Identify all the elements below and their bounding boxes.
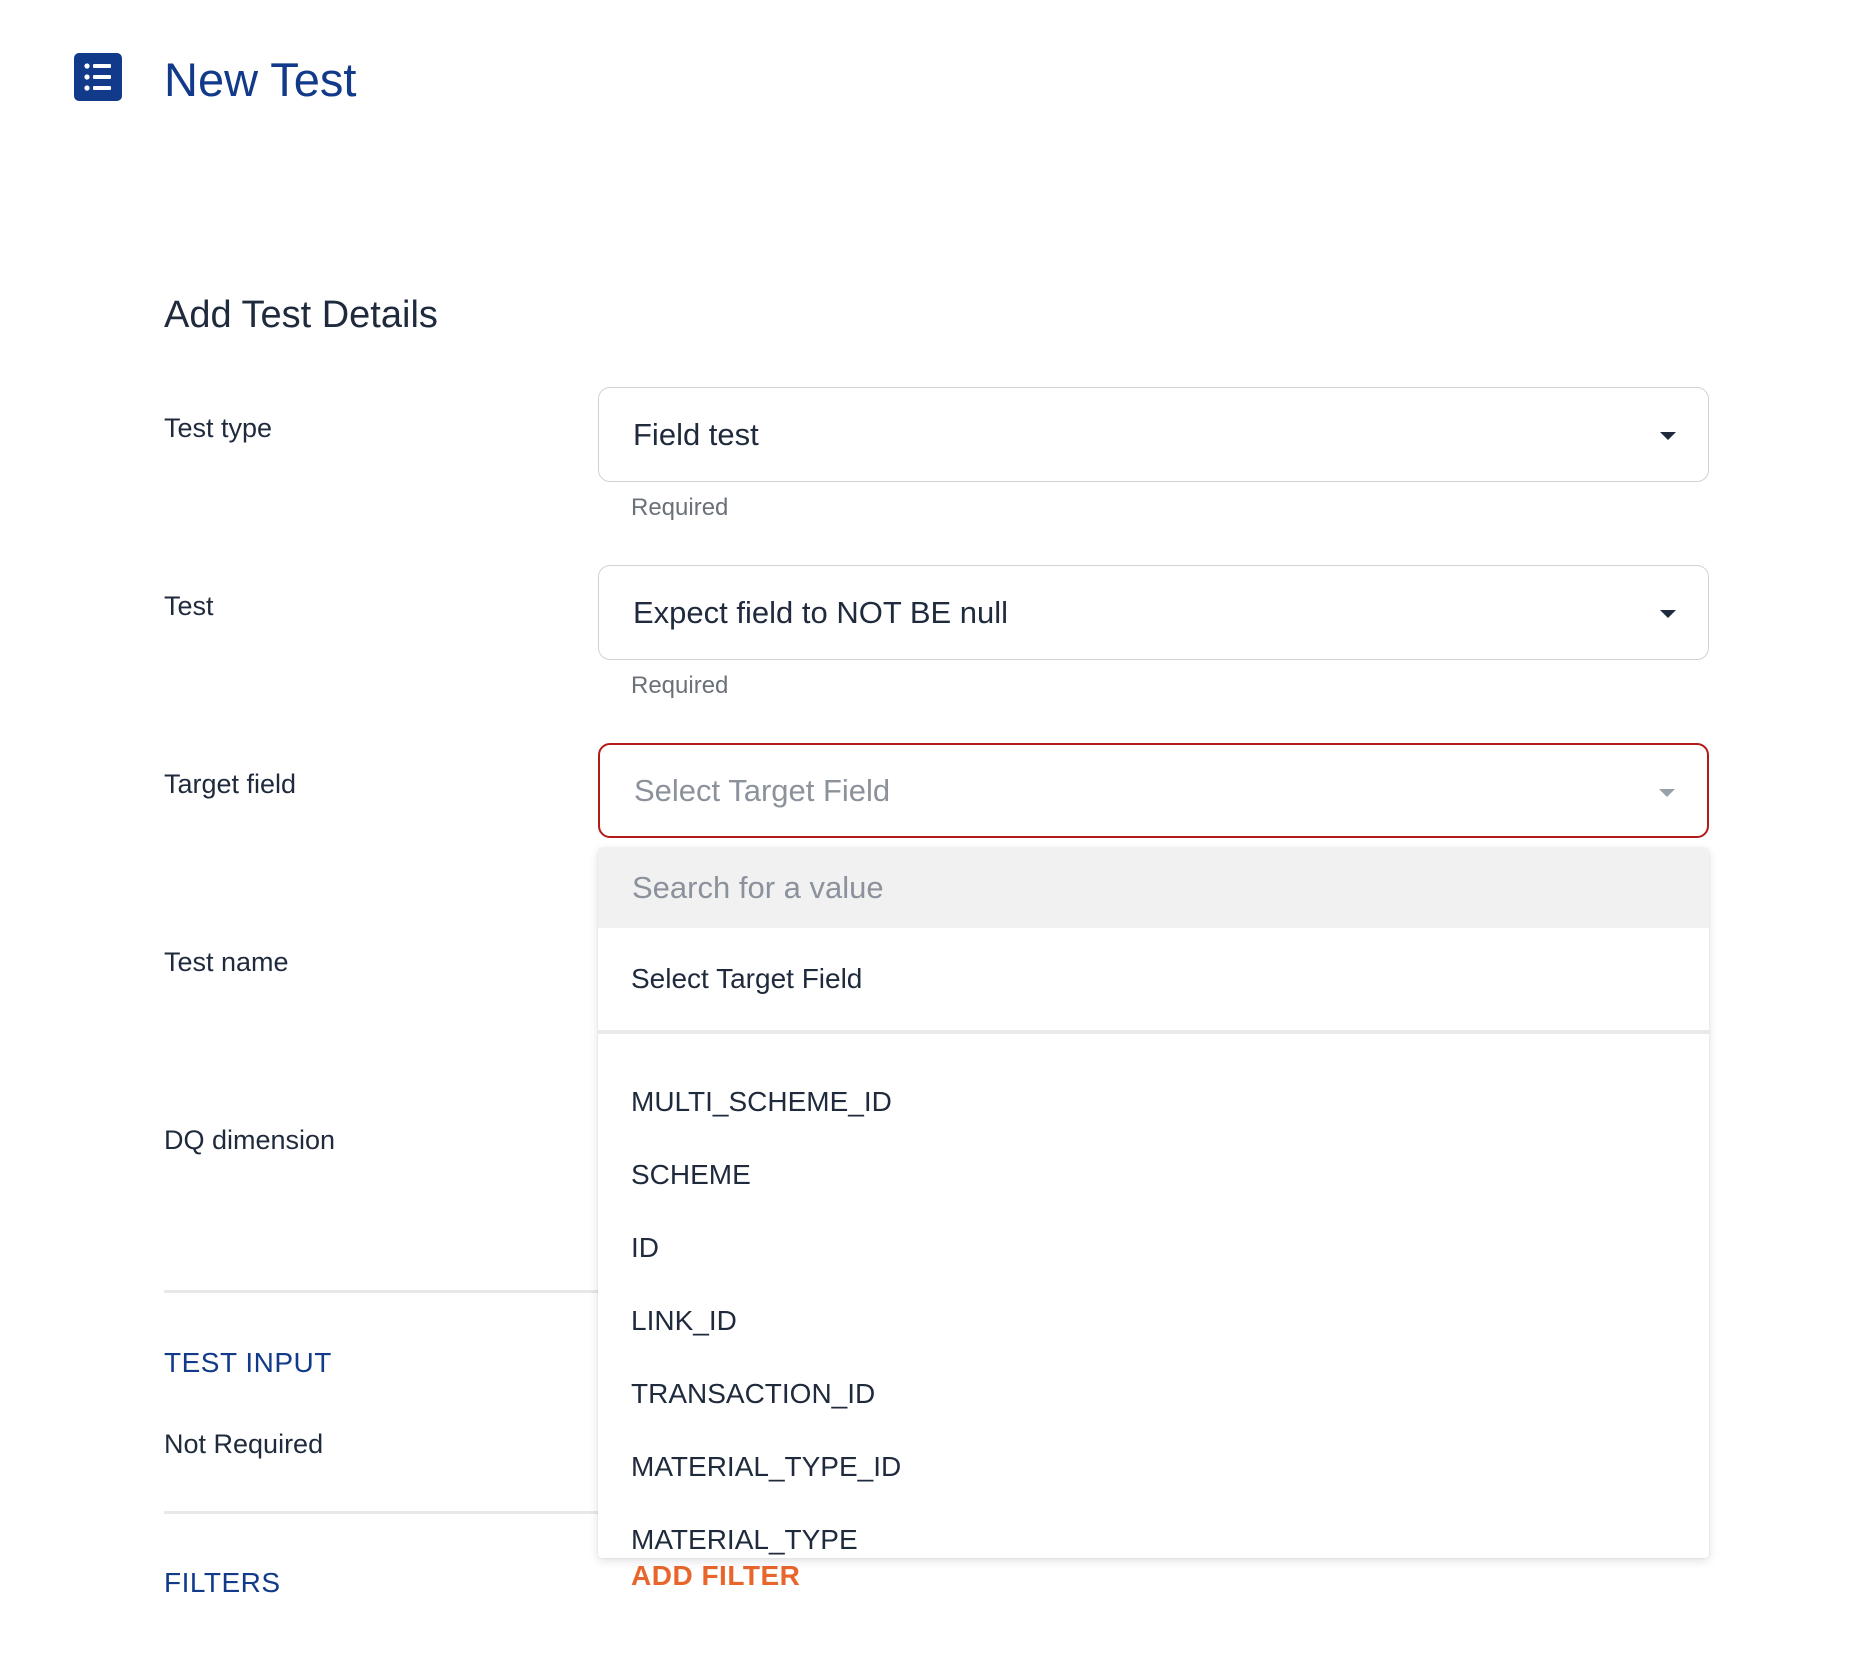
test-input-section-label: TEST INPUT (164, 1347, 332, 1378)
list-icon (74, 53, 122, 101)
section-title: Add Test Details (164, 294, 438, 336)
test-name-label: Test name (164, 947, 289, 977)
dropdown-option[interactable]: LINK_ID (598, 1284, 1709, 1357)
chevron-down-icon (1660, 610, 1676, 618)
test-input-value: Not Required (164, 1429, 324, 1459)
dropdown-option[interactable]: MATERIAL_TYPE_ID (598, 1430, 1709, 1503)
dropdown-option[interactable]: SCHEME (598, 1138, 1709, 1211)
add-filter-button[interactable]: ADD FILTER (631, 1560, 800, 1592)
divider (164, 1511, 600, 1514)
dropdown-default-option[interactable]: Select Target Field (598, 928, 1709, 1030)
dropdown-search-box (598, 848, 1709, 928)
dropdown-option[interactable]: MULTI_SCHEME_ID (598, 1065, 1709, 1138)
target-field-label: Target field (164, 769, 297, 799)
chevron-down-icon (1659, 789, 1675, 797)
dropdown-option-list: MULTI_SCHEME_ID SCHEME ID LINK_ID TRANSA… (598, 1034, 1709, 1558)
divider (164, 1290, 600, 1293)
test-type-label: Test type (164, 413, 273, 443)
filters-section-label: FILTERS (164, 1567, 281, 1598)
page-title: New Test (164, 53, 357, 106)
chevron-down-icon (1660, 432, 1676, 440)
test-type-helper: Required (631, 494, 729, 521)
dropdown-search-input[interactable] (632, 848, 1672, 928)
target-field-dropdown: Select Target Field MULTI_SCHEME_ID SCHE… (598, 848, 1709, 1558)
test-helper: Required (631, 672, 729, 699)
test-select[interactable]: Expect field to NOT BE null (598, 565, 1709, 660)
target-field-placeholder: Select Target Field (634, 772, 891, 808)
dropdown-option[interactable]: TRANSACTION_ID (598, 1357, 1709, 1430)
dropdown-option[interactable]: ID (598, 1211, 1709, 1284)
test-type-value: Field test (633, 416, 759, 452)
dropdown-option[interactable]: MATERIAL_TYPE (598, 1503, 1709, 1558)
new-test-page: New Test Add Test Details Test type Fiel… (0, 0, 1856, 1660)
test-value: Expect field to NOT BE null (633, 594, 1009, 630)
test-label: Test (164, 591, 214, 621)
dq-dimension-label: DQ dimension (164, 1125, 336, 1155)
test-type-select[interactable]: Field test (598, 387, 1709, 482)
target-field-select[interactable]: Select Target Field (598, 743, 1709, 838)
